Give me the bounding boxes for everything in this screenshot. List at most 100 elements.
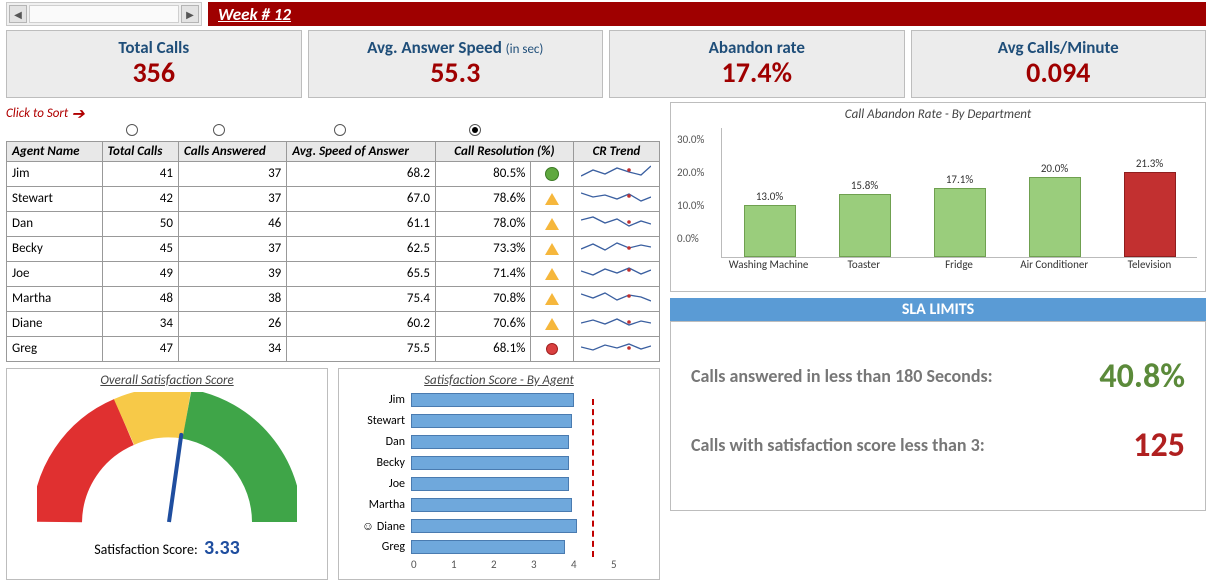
satisfaction-gauge [37,392,297,532]
status-indicator-icon [544,341,561,358]
bar-track [411,519,651,533]
bar-rect-icon [1029,177,1081,257]
bar-fill [411,540,565,554]
bar-value-label: 15.8% [851,179,878,192]
status-indicator-icon [545,193,559,205]
cell-speed: 60.2 [287,311,436,336]
bar-track [411,393,651,407]
cell-resolution: 68.1% [435,336,531,361]
th-total[interactable]: Total Calls [102,141,178,161]
y-tick-label: 30.0% [677,133,704,166]
spinner-track[interactable] [29,5,179,23]
bar-value-label: 13.0% [756,190,783,203]
bar-track [411,435,651,449]
bar-track [411,414,651,428]
cell-total: 47 [102,336,178,361]
bar-track [411,540,651,554]
sort-radio-resolution[interactable] [469,124,481,136]
satisfaction-bar-row: Joe [347,474,651,495]
sparkline-icon [581,338,651,356]
sla-row-value: 125 [1025,425,1185,466]
bar-label: Becky [347,456,411,470]
bar-fill [411,519,577,533]
table-row: Dan504661.178.0% [7,211,660,236]
arrow-right-icon: ➔ [71,104,84,124]
cell-total: 49 [102,261,178,286]
cell-indicator [531,336,573,361]
sort-radio-speed[interactable] [334,124,346,136]
cell-total: 48 [102,286,178,311]
bar-fill [411,456,569,470]
sla-row-label: Calls answered in less than 180 Seconds: [691,366,1025,388]
sort-hint: Click to Sort ➔ [6,102,660,122]
th-trend[interactable]: CR Trend [573,141,659,161]
status-indicator-icon [545,218,559,230]
sort-radio-total-calls[interactable] [126,124,138,136]
bar-value-label: 17.1% [946,173,973,186]
cell-indicator [531,286,573,311]
table-row: Martha483875.470.8% [7,286,660,311]
table-row: Diane342660.270.6% [7,311,660,336]
cell-trend [573,336,659,361]
cell-answered: 38 [178,286,286,311]
week-spinner[interactable]: ◀ ▶ [6,2,202,26]
table-row: Becky453762.573.3% [7,236,660,261]
y-tick-label: 10.0% [677,199,704,232]
sort-radio-calls-answered[interactable] [213,124,225,136]
th-answered[interactable]: Calls Answered [178,141,286,161]
bar-track [411,456,651,470]
panel-title: Overall Satisfaction Score [15,373,319,388]
spinner-prev-button[interactable]: ◀ [9,5,27,23]
bar-track [411,498,651,512]
bar-fill [411,477,569,491]
table-row: Joe493965.571.4% [7,261,660,286]
cell-total: 34 [102,311,178,336]
satisfaction-bar-row: Martha [347,495,651,516]
bar-rect-icon [934,188,986,256]
cell-answered: 37 [178,236,286,261]
cell-agent: Martha [7,286,103,311]
gauge-score: Satisfaction Score: 3.33 [15,536,319,560]
kpi-answer-speed: Avg. Answer Speed (in sec) 55.3 [308,30,604,98]
th-speed[interactable]: Avg. Speed of Answer [287,141,436,161]
x-tick-label: Toaster [816,258,911,271]
bar-label: Martha [347,498,411,512]
cell-answered: 26 [178,311,286,336]
sla-panel: Calls answered in less than 180 Seconds:… [670,321,1206,511]
cell-resolution: 71.4% [435,261,531,286]
x-tick-label: Television [1102,258,1197,271]
cell-resolution: 80.5% [435,161,531,186]
cell-resolution: 70.8% [435,286,531,311]
th-agent[interactable]: Agent Name [7,141,103,161]
cell-total: 41 [102,161,178,186]
cell-indicator [531,186,573,211]
satisfaction-bar-row: Jim [347,390,651,411]
cell-speed: 67.0 [287,186,436,211]
sparkline-icon [581,188,651,206]
panel-title: Satisfaction Score - By Agent [347,373,651,388]
x-tick-label: Washing Machine [721,258,816,271]
satisfaction-bar-row: Stewart [347,411,651,432]
th-resolution[interactable]: Call Resolution (%) [435,141,573,161]
cell-agent: Stewart [7,186,103,211]
sla-row-label: Calls with satisfaction score less than … [691,435,1025,457]
cell-indicator [531,261,573,286]
status-indicator-icon [545,293,559,305]
spinner-next-button[interactable]: ▶ [181,5,199,23]
sparkline-icon [581,238,651,256]
cell-trend [573,161,659,186]
cell-agent: Greg [7,336,103,361]
cell-trend [573,261,659,286]
chart-bar: 17.1% [912,173,1007,256]
x-tick-label: Air Conditioner [1007,258,1102,271]
status-indicator-icon [545,268,559,280]
bar-fill [411,414,572,428]
bar-value-label: 21.3% [1136,157,1163,170]
status-indicator-icon [545,318,559,330]
kpi-calls-per-minute: Avg Calls/Minute 0.094 [911,30,1207,98]
bar-fill [411,435,569,449]
bar-label: Dan [347,435,411,449]
bar-label: Jim [347,393,411,407]
bar-fill [411,393,574,407]
status-indicator-icon [545,167,559,181]
